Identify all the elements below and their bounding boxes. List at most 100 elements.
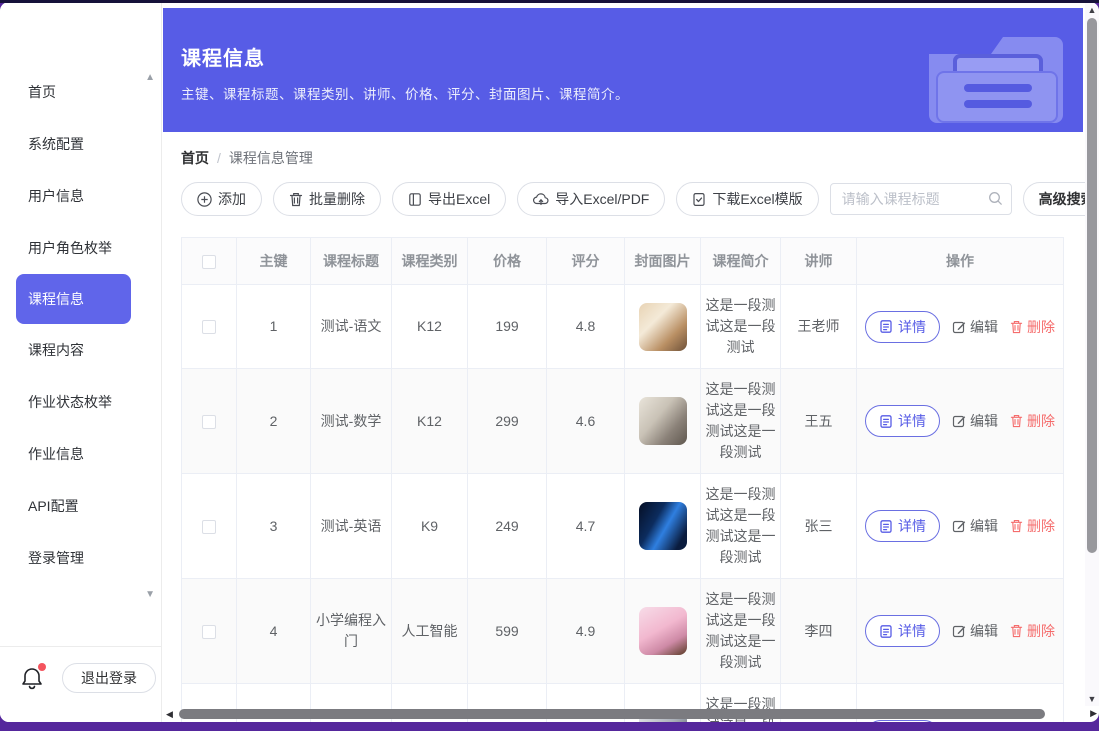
table-header-row: 主键 课程标题 课程类别 价格 评分 封面图片 课程简介 讲师 操作 bbox=[182, 238, 1064, 285]
export-excel-button[interactable]: 导出Excel bbox=[392, 182, 506, 216]
edit-button[interactable]: 编辑 bbox=[952, 317, 998, 337]
table-row: 3 测试-英语 K9 249 4.7 这是一段测试这是一段测试这是一段测试 张三… bbox=[182, 474, 1064, 579]
sidebar: ▲ 首页 系统配置 用户信息 用户角色枚举 课程信息 课程内容 作业状态枚举 作… bbox=[0, 2, 162, 722]
edit-button-label: 编辑 bbox=[970, 411, 998, 431]
scroll-up-icon[interactable]: ▲ bbox=[1087, 5, 1097, 15]
import-excel-button[interactable]: 导入Excel/PDF bbox=[517, 182, 665, 216]
horizontal-scrollbar-thumb[interactable] bbox=[179, 709, 1045, 719]
search-input[interactable] bbox=[830, 183, 1012, 215]
edit-button-label: 编辑 bbox=[970, 516, 998, 536]
scroll-left-icon[interactable]: ◀ bbox=[166, 709, 173, 720]
table-row: 4 小学编程入门 人工智能 599 4.9 这是一段测试这是一段测试这是一段测试… bbox=[182, 579, 1064, 684]
cell-intro: 这是一段测试这是一段测试这是一段测试 bbox=[701, 579, 781, 684]
row-checkbox[interactable] bbox=[202, 520, 216, 534]
sidebar-item[interactable]: 首页 bbox=[0, 66, 161, 118]
notification-bell-icon[interactable] bbox=[20, 665, 46, 691]
search-box bbox=[830, 183, 1012, 215]
cell-id: 4 bbox=[237, 579, 311, 684]
col-header-actions: 操作 bbox=[857, 238, 1064, 285]
col-header-cover: 封面图片 bbox=[625, 238, 701, 285]
cell-teacher: 王老师 bbox=[781, 285, 857, 369]
delete-button-label: 删除 bbox=[1027, 516, 1055, 536]
cloud-upload-icon bbox=[533, 192, 549, 206]
detail-button[interactable]: 详情 bbox=[865, 405, 940, 437]
row-checkbox[interactable] bbox=[202, 625, 216, 639]
delete-button[interactable]: 删除 bbox=[1010, 317, 1055, 337]
row-checkbox[interactable] bbox=[202, 320, 216, 334]
main-content: 课程信息 主键、课程标题、课程类别、讲师、价格、评分、封面图片、课程简介。 首页… bbox=[163, 2, 1085, 722]
sidebar-footer: 退出登录 bbox=[0, 646, 161, 722]
add-button[interactable]: 添加 bbox=[181, 182, 262, 216]
cell-category: K9 bbox=[392, 474, 468, 579]
sidebar-item[interactable]: API配置 bbox=[0, 480, 161, 532]
cell-rating: 4.7 bbox=[547, 474, 625, 579]
breadcrumb-separator: / bbox=[217, 150, 221, 166]
edit-pencil-icon bbox=[952, 624, 966, 638]
col-header-title: 课程标题 bbox=[311, 238, 392, 285]
scroll-right-icon[interactable]: ▶ bbox=[1090, 708, 1097, 719]
delete-button[interactable]: 删除 bbox=[1010, 516, 1055, 536]
col-header-id: 主键 bbox=[237, 238, 311, 285]
cell-teacher: 王五 bbox=[781, 369, 857, 474]
cell-teacher: 李四 bbox=[781, 579, 857, 684]
cell-rating: 4.6 bbox=[547, 369, 625, 474]
breadcrumb-home-link[interactable]: 首页 bbox=[181, 148, 209, 168]
edit-button[interactable]: 编辑 bbox=[952, 621, 998, 641]
trash-icon bbox=[1010, 320, 1023, 334]
col-header-price: 价格 bbox=[468, 238, 547, 285]
page-banner: 课程信息 主键、课程标题、课程类别、讲师、价格、评分、封面图片、课程简介。 bbox=[163, 8, 1083, 132]
export-file-icon bbox=[408, 192, 422, 207]
sidebar-item[interactable]: 用户信息 bbox=[0, 170, 161, 222]
logout-button[interactable]: 退出登录 bbox=[62, 663, 156, 693]
download-template-label: 下载Excel模版 bbox=[712, 189, 802, 209]
edit-pencil-icon bbox=[952, 320, 966, 334]
download-template-button[interactable]: 下载Excel模版 bbox=[676, 182, 818, 216]
import-excel-label: 导入Excel/PDF bbox=[555, 189, 649, 209]
sidebar-item[interactable]: 课程信息 bbox=[16, 274, 131, 324]
sidebar-scroll-down-icon[interactable]: ▼ bbox=[145, 589, 155, 600]
edit-button[interactable]: 编辑 bbox=[952, 411, 998, 431]
sidebar-item[interactable]: 课程内容 bbox=[0, 324, 161, 376]
vertical-scrollbar-thumb[interactable] bbox=[1087, 18, 1097, 553]
delete-button[interactable]: 删除 bbox=[1010, 411, 1055, 431]
row-checkbox[interactable] bbox=[202, 415, 216, 429]
export-excel-label: 导出Excel bbox=[428, 189, 490, 209]
detail-button[interactable]: 详情 bbox=[865, 510, 940, 542]
sidebar-item[interactable]: 登录管理 bbox=[0, 532, 161, 584]
cell-id: 2 bbox=[237, 369, 311, 474]
cell-intro: 这是一段测试这是一段测试这是一段测试 bbox=[701, 369, 781, 474]
sidebar-item[interactable]: 用户角色枚举 bbox=[0, 222, 161, 274]
course-cover-image bbox=[639, 303, 687, 351]
vertical-scrollbar[interactable]: ▲ ▼ bbox=[1085, 2, 1099, 706]
cell-price: 249 bbox=[468, 474, 547, 579]
cell-intro: 这是一段测试这是一段测试 bbox=[701, 285, 781, 369]
folder-illustration-icon bbox=[917, 18, 1067, 124]
plus-circle-icon bbox=[197, 192, 212, 207]
breadcrumb: 首页 / 课程信息管理 bbox=[181, 148, 1085, 168]
edit-button[interactable]: 编辑 bbox=[952, 516, 998, 536]
file-check-icon bbox=[692, 192, 706, 207]
sidebar-item[interactable]: 系统配置 bbox=[0, 118, 161, 170]
scroll-down-icon[interactable]: ▼ bbox=[1087, 694, 1097, 704]
edit-pencil-icon bbox=[952, 414, 966, 428]
sidebar-scroll-up-icon[interactable]: ▲ bbox=[145, 72, 155, 83]
delete-button[interactable]: 删除 bbox=[1010, 621, 1055, 641]
select-all-checkbox[interactable] bbox=[202, 255, 216, 269]
detail-button-label: 详情 bbox=[898, 411, 926, 431]
search-icon[interactable] bbox=[988, 191, 1003, 206]
toolbar: 添加 批量删除 导出Excel 导入Excel/PDF bbox=[181, 182, 1067, 216]
batch-delete-button[interactable]: 批量删除 bbox=[273, 182, 381, 216]
table-row: 1 测试-语文 K12 199 4.8 这是一段测试这是一段测试 王老师 详情 bbox=[182, 285, 1064, 369]
sidebar-item[interactable]: 作业状态枚举 bbox=[0, 376, 161, 428]
detail-button[interactable]: 详情 bbox=[865, 615, 940, 647]
cell-id: 3 bbox=[237, 474, 311, 579]
sidebar-item[interactable]: 作业信息 bbox=[0, 428, 161, 480]
cell-title: 测试-数学 bbox=[311, 369, 392, 474]
document-lines-icon bbox=[879, 519, 893, 534]
cell-teacher: 张三 bbox=[781, 474, 857, 579]
horizontal-scrollbar[interactable]: ◀ bbox=[163, 706, 1071, 722]
cell-category: K12 bbox=[392, 285, 468, 369]
cell-id: 1 bbox=[237, 285, 311, 369]
cell-category: K12 bbox=[392, 369, 468, 474]
detail-button[interactable]: 详情 bbox=[865, 311, 940, 343]
